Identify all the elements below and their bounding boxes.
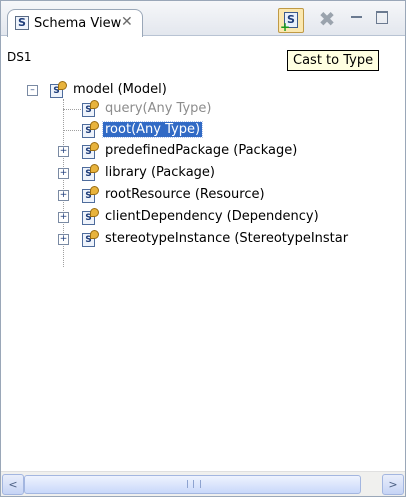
tree-node-label: predefinedPackage (Package) xyxy=(105,143,298,158)
remove-button[interactable]: ✖ xyxy=(315,8,339,31)
expand-icon[interactable]: + xyxy=(58,212,69,223)
package-icon: S xyxy=(81,230,99,248)
package-icon: S xyxy=(81,208,99,226)
grip-icon xyxy=(186,480,201,488)
tree-connector xyxy=(63,109,81,110)
minimize-button[interactable] xyxy=(347,8,371,31)
expand-icon[interactable]: + xyxy=(58,146,69,157)
package-icon: S xyxy=(81,121,99,139)
tab-schema-view[interactable]: S Schema View ✕ xyxy=(7,9,143,37)
expand-icon[interactable]: + xyxy=(58,168,69,179)
tree-node-root-resource[interactable]: S rootResource (Resource) xyxy=(81,186,401,206)
tree-node-label: rootResource (Resource) xyxy=(105,187,265,202)
tab-title: Schema View xyxy=(34,16,122,31)
collapse-icon[interactable]: – xyxy=(27,85,38,96)
tree-node-label: root(Any Type) xyxy=(101,121,204,138)
tree-node-label: clientDependency (Dependency) xyxy=(105,209,319,224)
schema-view-panel: S Schema View ✕ S + ✖ DS1 Cast to Type –… xyxy=(0,0,406,497)
tree-node-root-any[interactable]: S root(Any Type) xyxy=(81,121,401,141)
scrollbar-thumb[interactable] xyxy=(24,475,361,494)
package-icon: S xyxy=(81,186,99,204)
remove-icon: ✖ xyxy=(318,7,336,31)
minimize-icon xyxy=(351,16,362,18)
tree-node-predefined-package[interactable]: S predefinedPackage (Package) xyxy=(81,142,401,162)
tree-node-label: query(Any Type) xyxy=(105,101,212,116)
expand-icon[interactable]: + xyxy=(58,190,69,201)
chevron-right-icon: > xyxy=(388,478,398,491)
plus-icon: + xyxy=(280,20,291,34)
close-icon[interactable]: ✕ xyxy=(121,14,133,30)
tree-node-model[interactable]: S model (Model) xyxy=(49,81,349,101)
maximize-icon xyxy=(376,11,388,24)
chevron-left-icon: < xyxy=(8,478,18,491)
tooltip: Cast to Type xyxy=(287,50,380,71)
cast-to-type-button[interactable]: S + xyxy=(278,8,304,34)
scroll-right-button[interactable]: > xyxy=(382,474,404,495)
tree-connector xyxy=(63,130,81,131)
view-tab-bar: S Schema View ✕ S + ✖ xyxy=(1,1,405,37)
tree-node-label: library (Package) xyxy=(105,165,215,180)
tree-node-stereotype-instance[interactable]: S stereotypeInstance (StereotypeInstar xyxy=(81,230,405,250)
package-icon: S xyxy=(49,81,67,99)
tree-node-label: model (Model) xyxy=(73,82,167,97)
package-icon: S xyxy=(81,142,99,160)
package-icon: S xyxy=(81,100,99,118)
maximize-button[interactable] xyxy=(371,8,395,31)
tree-node-label: stereotypeInstance (StereotypeInstar xyxy=(105,231,349,246)
schema-view-icon: S xyxy=(15,16,29,30)
scroll-left-button[interactable]: < xyxy=(2,474,24,495)
tree-node-query[interactable]: S query(Any Type) xyxy=(81,100,401,120)
expand-icon[interactable]: + xyxy=(58,234,69,245)
horizontal-scrollbar[interactable]: < > xyxy=(1,471,405,496)
package-icon: S xyxy=(81,164,99,182)
datasource-label: DS1 xyxy=(7,50,32,64)
tree-node-library[interactable]: S library (Package) xyxy=(81,164,401,184)
tree-node-client-dependency[interactable]: S clientDependency (Dependency) xyxy=(81,208,401,228)
schema-tree: – S model (Model) S query(Any Type) S ro… xyxy=(1,73,405,457)
